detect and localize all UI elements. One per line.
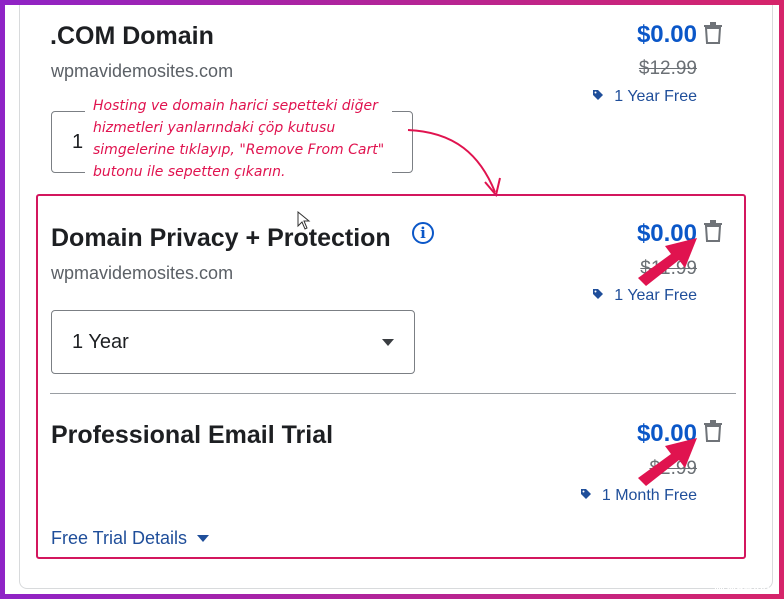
privacy-item-promo-text: 1 Year Free <box>614 287 697 304</box>
domain-item-price: $0.00 <box>636 21 697 48</box>
annotation-line: butonu ile sepetten çıkarın. <box>93 164 286 180</box>
privacy-item-promo: 1 Year Free <box>592 287 697 305</box>
free-trial-details-link[interactable]: Free Trial Details <box>51 528 210 549</box>
watermark-text: WPMAVI <box>726 584 770 595</box>
annotation-line: hizmetleri yanlarındaki çöp kutusu <box>93 120 336 136</box>
trash-icon <box>704 22 722 44</box>
watermark: WPMAVI <box>714 584 770 595</box>
privacy-term-value: 1 Year <box>72 330 129 353</box>
domain-item-promo: 1 Year Free <box>592 88 697 106</box>
email-item-title: Professional Email Trial <box>51 421 334 449</box>
red-arrow-icon <box>638 238 697 286</box>
tag-icon <box>592 287 604 305</box>
privacy-item-subtitle: wpmavidemosites.com <box>51 263 234 283</box>
chevron-down-icon <box>382 338 394 346</box>
domain-item-old-price: $12.99 <box>638 58 697 79</box>
screenshot-frame: .COM Domain wpmavidemosites.com $0.00 $1… <box>5 5 779 594</box>
privacy-item-title: Domain Privacy + Protection <box>51 224 391 252</box>
domain-trash-button[interactable] <box>703 22 723 49</box>
domain-item-promo-text: 1 Year Free <box>614 88 697 105</box>
red-arrow-icon <box>638 438 697 486</box>
free-trial-details-label: Free Trial Details <box>51 528 188 548</box>
domain-item-subtitle: wpmavidemosites.com <box>51 61 234 81</box>
domain-item-title: .COM Domain <box>50 22 214 50</box>
annotation-line: simgelerine tıklayıp, "Remove From Cart" <box>93 142 385 158</box>
info-icon[interactable]: i <box>412 222 434 244</box>
email-item-promo-text: 1 Month Free <box>601 487 697 504</box>
annotation-arrow <box>407 129 501 198</box>
annotation-line: Hosting ve domain harici sepetteki diğer <box>93 98 378 114</box>
trash-icon <box>704 420 722 442</box>
tag-icon <box>580 487 592 505</box>
privacy-trash-button[interactable] <box>703 220 723 247</box>
barcode-icon <box>714 585 724 594</box>
mouse-cursor-icon <box>297 211 311 230</box>
tag-icon <box>592 88 604 106</box>
email-trash-button[interactable] <box>703 420 723 447</box>
section-divider <box>50 393 736 394</box>
email-item-promo: 1 Month Free <box>580 487 697 505</box>
chevron-down-icon <box>197 535 210 542</box>
privacy-term-select[interactable]: 1 Year <box>51 310 415 374</box>
annotation-note: Hosting ve domain harici sepetteki diğer… <box>85 95 393 183</box>
trash-icon <box>704 220 722 242</box>
domain-term-value: 1 <box>72 130 84 153</box>
